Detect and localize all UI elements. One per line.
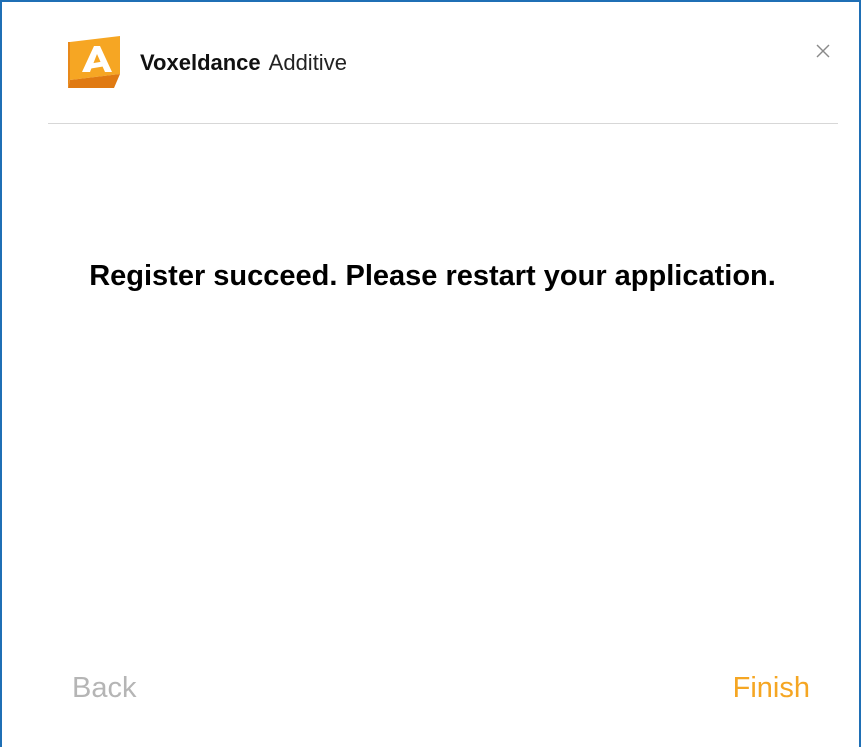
close-icon[interactable] — [812, 40, 834, 62]
status-message: Register succeed. Please restart your ap… — [89, 260, 776, 292]
header-divider — [48, 123, 838, 124]
app-title: Voxeldance Additive — [140, 49, 347, 77]
finish-button[interactable]: Finish — [733, 670, 810, 706]
brand-name: Voxeldance — [140, 50, 261, 75]
dialog-header: Voxeldance Additive — [48, 32, 838, 92]
back-button[interactable]: Back — [72, 670, 136, 706]
voxeldance-logo-icon — [68, 36, 120, 88]
product-name: Additive — [268, 50, 347, 75]
registration-dialog: Voxeldance Additive Register succeed. Ple… — [0, 0, 861, 747]
